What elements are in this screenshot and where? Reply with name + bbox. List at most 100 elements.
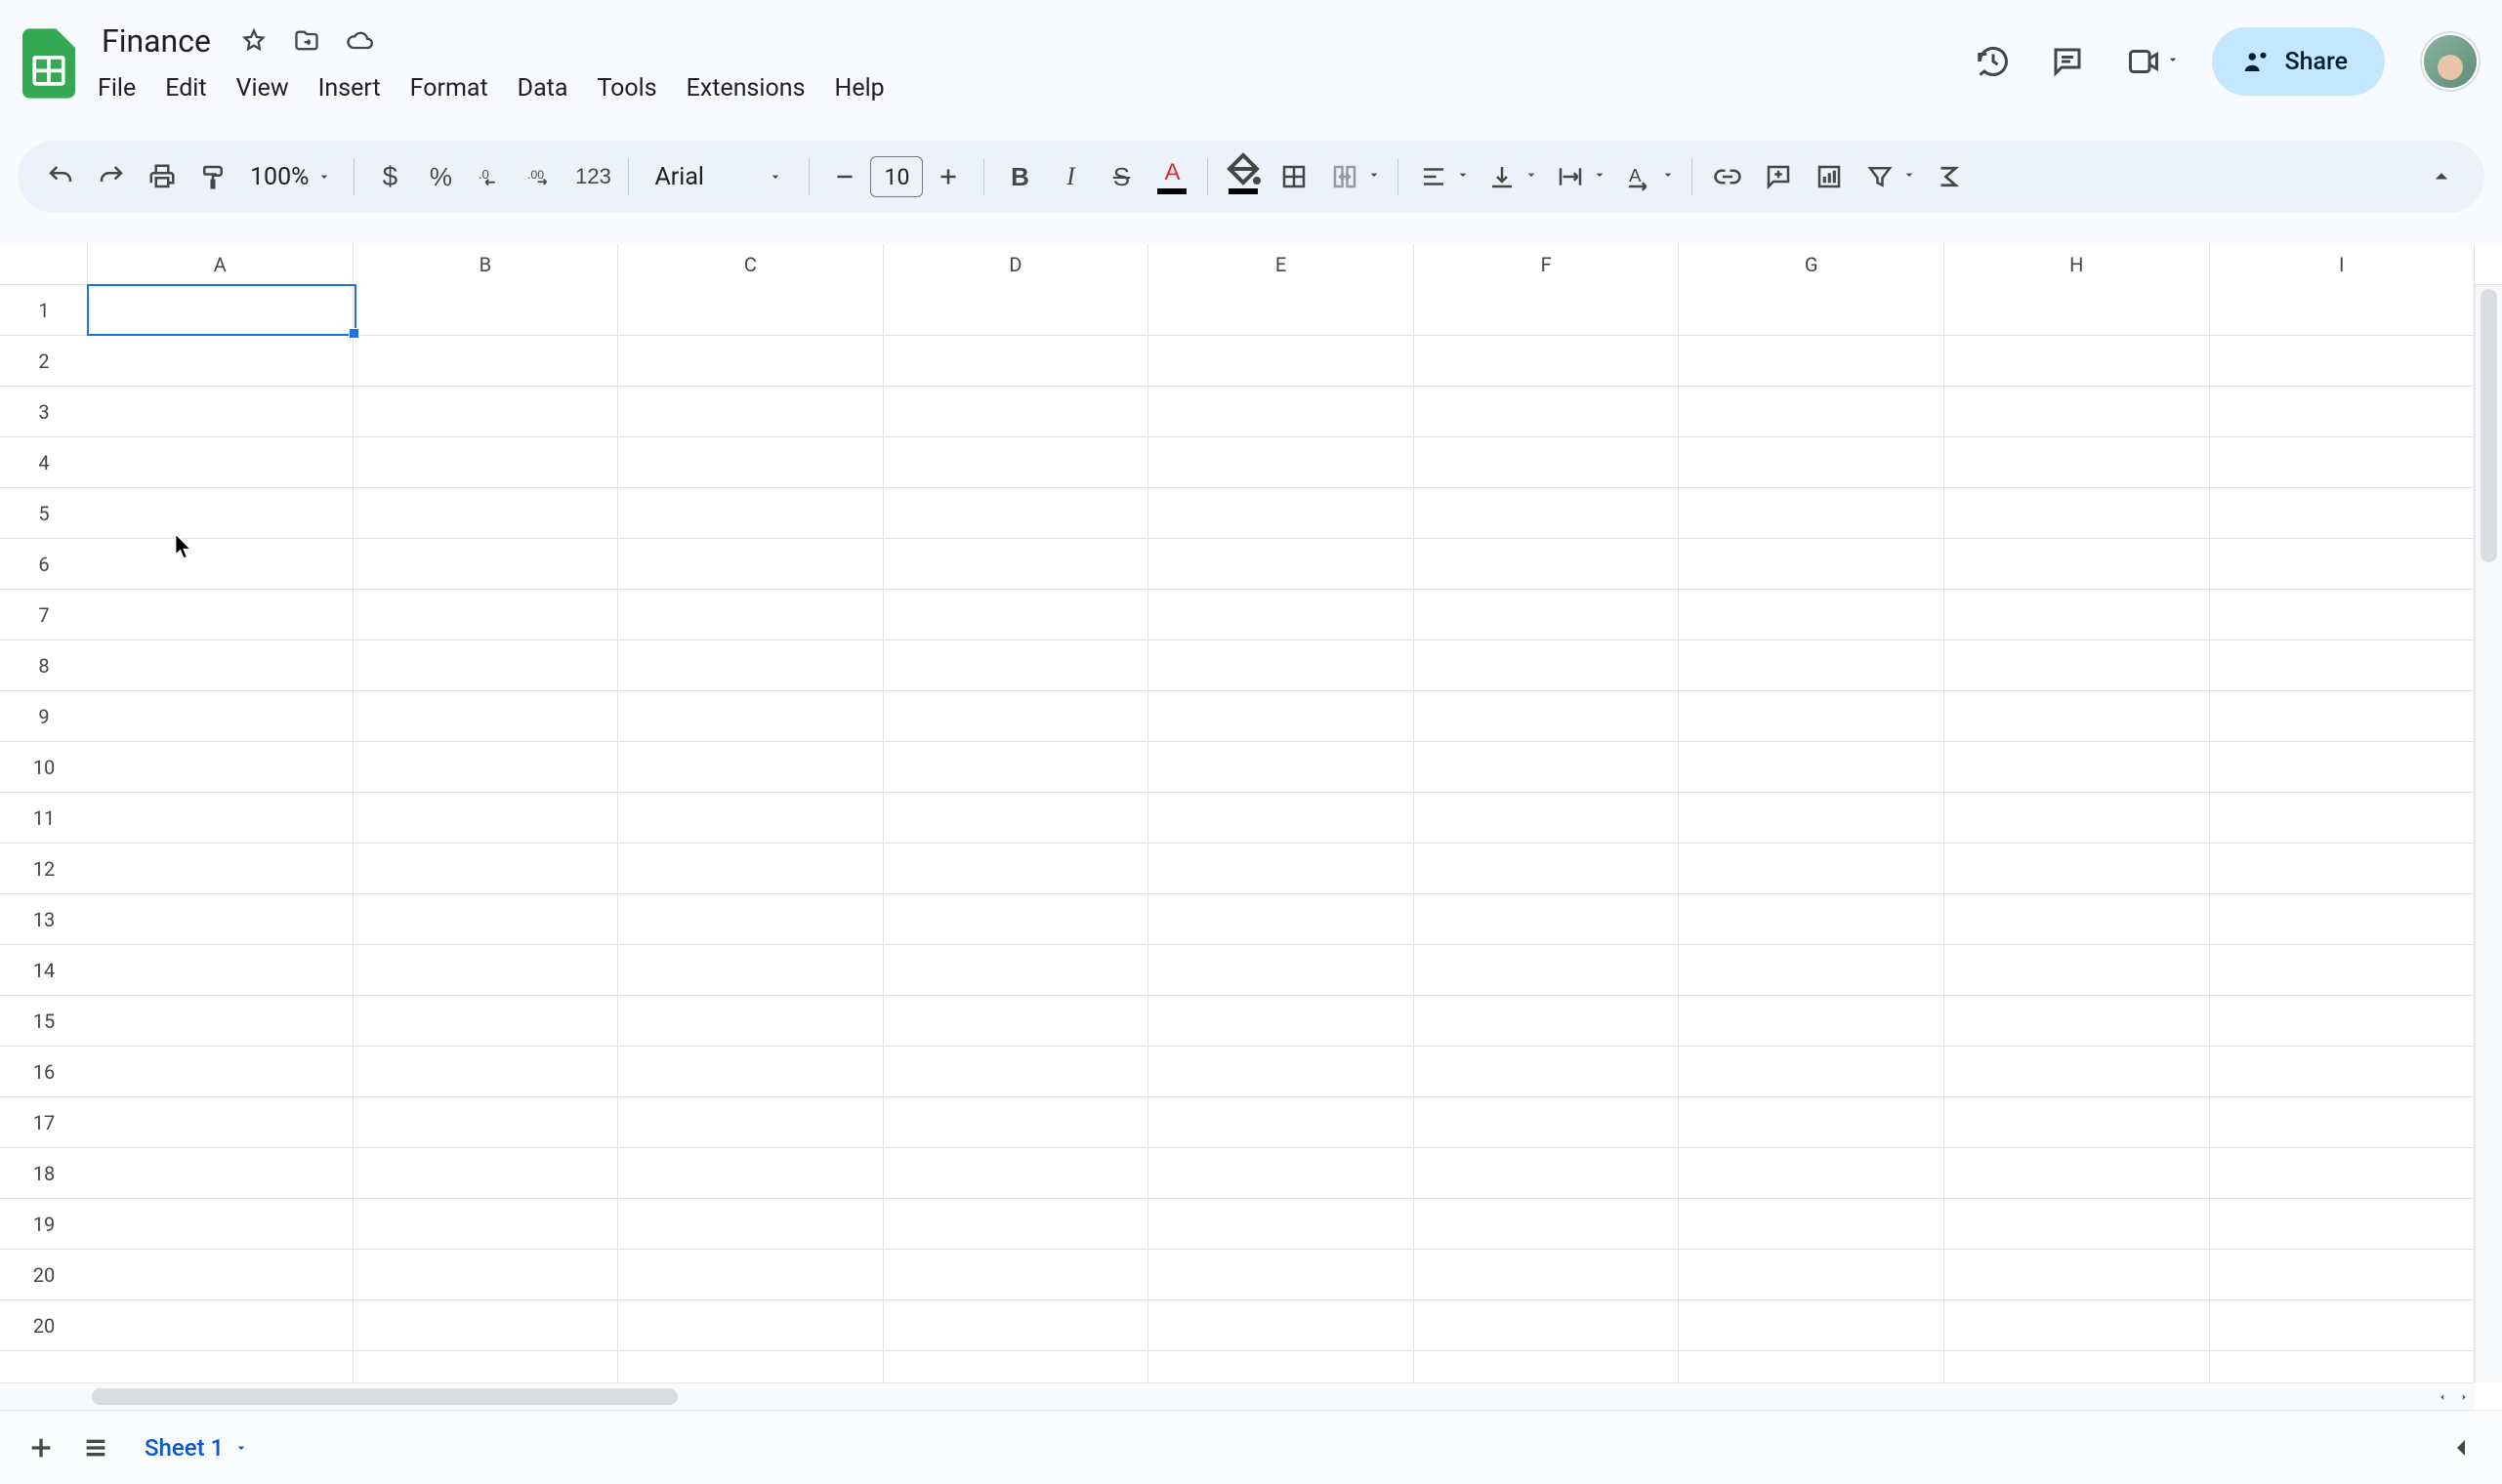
cell[interactable]: [1414, 1097, 1680, 1148]
comments-icon[interactable]: [2040, 34, 2095, 89]
cell[interactable]: [618, 793, 884, 844]
row-header[interactable]: 20: [0, 1300, 88, 1351]
cell[interactable]: [1148, 1250, 1414, 1300]
print-button[interactable]: [139, 153, 186, 200]
cell[interactable]: [618, 742, 884, 793]
cell[interactable]: [618, 691, 884, 742]
row-header[interactable]: 18: [0, 1148, 88, 1199]
spreadsheet-grid[interactable]: ABCDEFGHI 123456789101112131415161718192…: [0, 244, 2502, 1410]
column-header[interactable]: I: [2210, 244, 2476, 285]
cell[interactable]: [354, 1199, 619, 1250]
cell[interactable]: [618, 1199, 884, 1250]
cell[interactable]: [88, 691, 354, 742]
cell[interactable]: [2210, 1250, 2476, 1300]
cell[interactable]: [1414, 691, 1680, 742]
cell[interactable]: [1148, 1199, 1414, 1250]
cell[interactable]: [1148, 1097, 1414, 1148]
cell[interactable]: [1414, 336, 1680, 387]
cell[interactable]: [1414, 387, 1680, 437]
menu-file[interactable]: File: [84, 68, 149, 108]
cell[interactable]: [618, 488, 884, 539]
cell[interactable]: [88, 1300, 354, 1351]
row-header[interactable]: 17: [0, 1097, 88, 1148]
cell[interactable]: [1148, 691, 1414, 742]
cell[interactable]: [1148, 285, 1414, 336]
cell[interactable]: [88, 539, 354, 590]
create-filter-button[interactable]: [1856, 153, 1921, 200]
document-title[interactable]: Finance: [92, 21, 221, 62]
cell[interactable]: [354, 1097, 619, 1148]
cell[interactable]: [1944, 488, 2210, 539]
cell[interactable]: [1679, 1250, 1944, 1300]
cell[interactable]: [2210, 1199, 2476, 1250]
text-rotation-button[interactable]: A: [1615, 153, 1680, 200]
cell[interactable]: [2210, 640, 2476, 691]
insert-chart-button[interactable]: [1806, 153, 1853, 200]
cell[interactable]: [884, 640, 1149, 691]
cell[interactable]: [884, 590, 1149, 640]
cell[interactable]: [1944, 1097, 2210, 1148]
cell[interactable]: [618, 387, 884, 437]
cell[interactable]: [88, 387, 354, 437]
cell[interactable]: [1414, 945, 1680, 996]
column-header[interactable]: A: [88, 244, 354, 285]
horizontal-scroll-arrows[interactable]: [2432, 1382, 2475, 1410]
cell[interactable]: [354, 1300, 619, 1351]
merge-cells-button[interactable]: [1321, 153, 1386, 200]
cell[interactable]: [618, 1047, 884, 1097]
cell[interactable]: [1414, 1250, 1680, 1300]
cell[interactable]: [884, 539, 1149, 590]
column-header[interactable]: D: [884, 244, 1149, 285]
cell[interactable]: [88, 336, 354, 387]
row-header[interactable]: 11: [0, 793, 88, 844]
cell[interactable]: [1148, 894, 1414, 945]
font-family-select[interactable]: Arial: [641, 153, 797, 200]
cell[interactable]: [618, 1300, 884, 1351]
cell[interactable]: [1944, 894, 2210, 945]
column-headers[interactable]: ABCDEFGHI: [88, 244, 2475, 285]
cell[interactable]: [884, 1250, 1149, 1300]
currency-button[interactable]: $: [366, 153, 413, 200]
cell[interactable]: [1679, 590, 1944, 640]
cell[interactable]: [1944, 1148, 2210, 1199]
cell[interactable]: [2210, 336, 2476, 387]
cell[interactable]: [618, 640, 884, 691]
cell[interactable]: [1414, 488, 1680, 539]
cell[interactable]: [1679, 539, 1944, 590]
cell[interactable]: [884, 1148, 1149, 1199]
cell[interactable]: [884, 894, 1149, 945]
cell[interactable]: [1944, 640, 2210, 691]
cell[interactable]: [884, 996, 1149, 1047]
cell[interactable]: [1148, 945, 1414, 996]
cell[interactable]: [354, 844, 619, 894]
cell[interactable]: [1414, 640, 1680, 691]
cell[interactable]: [1944, 996, 2210, 1047]
cell[interactable]: [88, 742, 354, 793]
cell[interactable]: [354, 336, 619, 387]
cell[interactable]: [1148, 336, 1414, 387]
row-header[interactable]: 20: [0, 1250, 88, 1300]
cell[interactable]: [354, 539, 619, 590]
insert-comment-button[interactable]: [1755, 153, 1802, 200]
cell[interactable]: [1944, 742, 2210, 793]
cell[interactable]: [1148, 996, 1414, 1047]
cell[interactable]: [1414, 437, 1680, 488]
cell[interactable]: [1679, 996, 1944, 1047]
cell[interactable]: [618, 1097, 884, 1148]
cell[interactable]: [1414, 996, 1680, 1047]
cell[interactable]: [354, 488, 619, 539]
percent-button[interactable]: %: [417, 153, 464, 200]
collapse-toolbar-button[interactable]: [2418, 153, 2465, 200]
cell[interactable]: [88, 1047, 354, 1097]
cell[interactable]: [88, 640, 354, 691]
zoom-select[interactable]: 100%: [240, 153, 342, 200]
row-header[interactable]: 9: [0, 691, 88, 742]
cell[interactable]: [884, 691, 1149, 742]
cell[interactable]: [88, 590, 354, 640]
row-header[interactable]: 15: [0, 996, 88, 1047]
cell[interactable]: [618, 590, 884, 640]
undo-button[interactable]: [37, 153, 84, 200]
menu-extensions[interactable]: Extensions: [673, 68, 819, 108]
column-header[interactable]: F: [1414, 244, 1680, 285]
cell[interactable]: [1679, 285, 1944, 336]
